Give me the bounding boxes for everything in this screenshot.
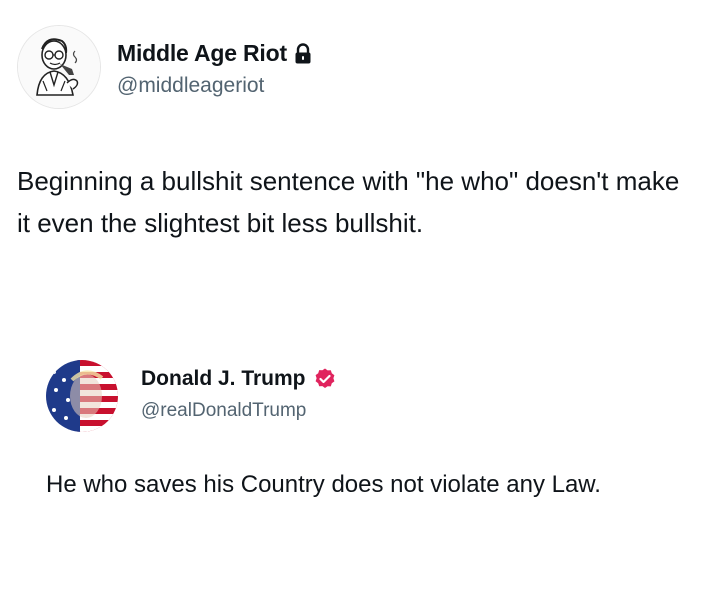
cartoon-man-icon: [18, 26, 100, 108]
quoted-author-name-row: Donald J. Trump: [141, 367, 337, 391]
author-handle[interactable]: @middleageriot: [117, 74, 264, 98]
quoted-tweet-text: He who saves his Country does not violat…: [46, 471, 601, 498]
flag-face-icon: [46, 360, 118, 432]
author-name-row: Middle Age Riot: [117, 40, 312, 67]
quoted-avatar[interactable]: [46, 360, 118, 432]
tweet-text: Beginning a bullshit sentence with "he w…: [17, 166, 680, 238]
avatar[interactable]: [17, 25, 101, 109]
quoted-author-handle[interactable]: @realDonaldTrump: [141, 400, 306, 422]
quoted-tweet[interactable]: Donald J. Trump @realDonaldTrump He who …: [0, 340, 708, 600]
verified-badge-icon: [315, 368, 334, 388]
quoted-author-name[interactable]: Donald J. Trump: [141, 367, 306, 391]
lock-icon: [295, 42, 311, 63]
tweet[interactable]: Middle Age Riot @middleageriot Beginning…: [0, 0, 708, 600]
author-name[interactable]: Middle Age Riot: [117, 40, 287, 67]
